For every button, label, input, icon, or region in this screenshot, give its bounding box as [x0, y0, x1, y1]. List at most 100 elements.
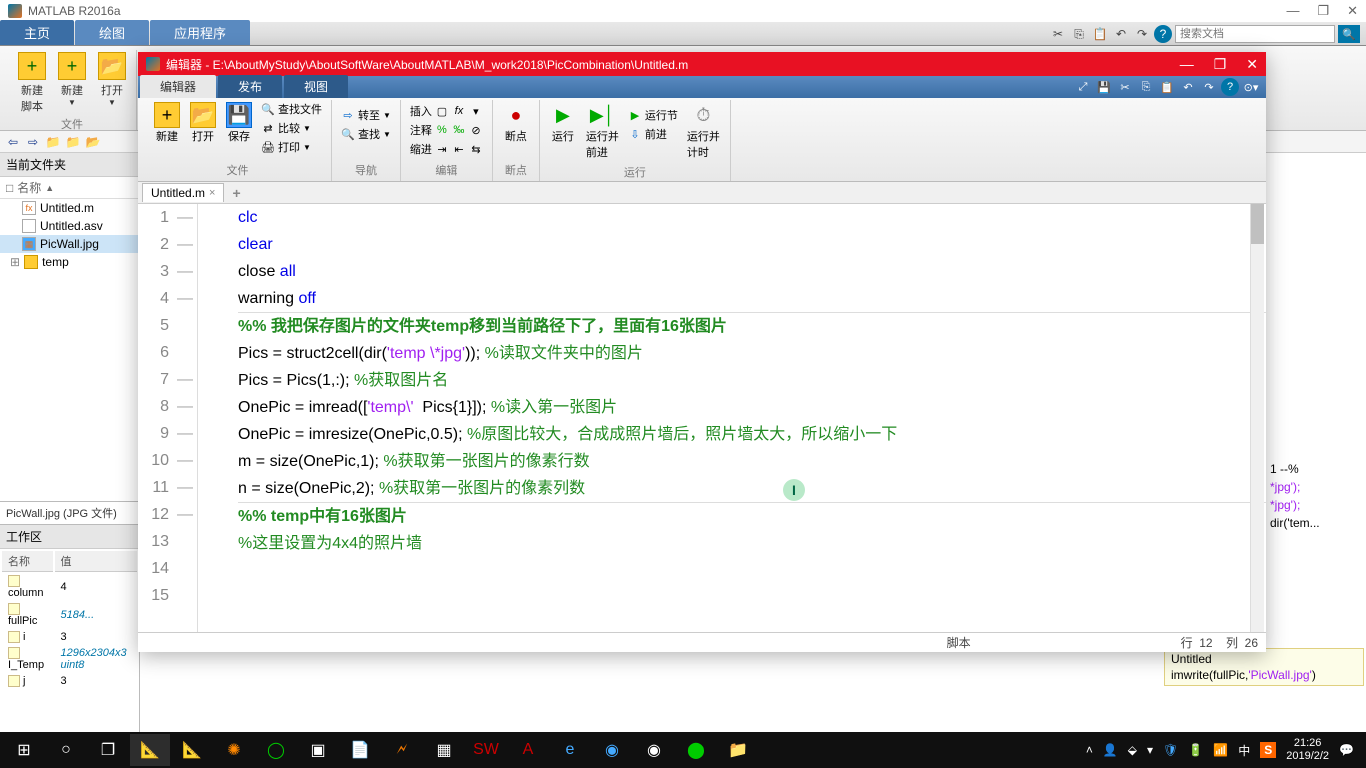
- ws-row[interactable]: column4: [2, 574, 137, 600]
- tray-wifi-icon[interactable]: 📶: [1213, 743, 1228, 757]
- cut-icon[interactable]: ✂: [1049, 25, 1067, 43]
- tray-notifications-icon[interactable]: 💬: [1339, 743, 1354, 757]
- command-history-popup[interactable]: Untitled imwrite(fullPic,'PicWall.jpg'): [1164, 648, 1364, 686]
- taskbar-app-icon[interactable]: ▣: [298, 734, 338, 766]
- redo-icon[interactable]: ↷: [1133, 25, 1151, 43]
- file-item[interactable]: ▦PicWall.jpg: [0, 235, 139, 253]
- editor-minimize-button[interactable]: —: [1180, 56, 1194, 73]
- taskbar-explorer-icon[interactable]: 📁: [718, 734, 758, 766]
- maximize-button[interactable]: ❐: [1317, 3, 1329, 19]
- redo2-icon[interactable]: ↷: [1200, 78, 1218, 96]
- comment-button[interactable]: 注释 %‰⊘: [407, 121, 486, 139]
- etab-editor[interactable]: 编辑器: [140, 75, 216, 98]
- tray-ime-label[interactable]: 中: [1238, 742, 1250, 759]
- close-button[interactable]: ✕: [1347, 3, 1358, 19]
- undo-icon[interactable]: ↶: [1112, 25, 1130, 43]
- editor-save-button[interactable]: 💾保存: [222, 100, 256, 156]
- code-editor[interactable]: 1—2—3—4—567—8—9—10—11—12—131415 clcclear…: [138, 204, 1266, 632]
- etab-publish[interactable]: 发布: [218, 75, 282, 98]
- print-button[interactable]: 🖨打印▼: [258, 138, 325, 156]
- save-all-icon[interactable]: 💾: [1095, 78, 1113, 96]
- file-item[interactable]: ⊞temp: [0, 253, 139, 271]
- tray-clock[interactable]: 21:26 2019/2/2: [1286, 737, 1329, 763]
- tray-icon[interactable]: ⬙: [1128, 743, 1137, 757]
- etab-view[interactable]: 视图: [284, 75, 348, 98]
- tray-people-icon[interactable]: 👤: [1103, 743, 1118, 757]
- taskbar-app-icon[interactable]: ◉: [592, 734, 632, 766]
- run-time-button[interactable]: ⏱运行并 计时: [683, 100, 724, 162]
- editor-close-button[interactable]: ✕: [1246, 56, 1258, 73]
- taskbar-app-icon[interactable]: A: [508, 734, 548, 766]
- copy2-icon[interactable]: ⎘: [1137, 78, 1155, 96]
- file-tab-untitled[interactable]: Untitled.m ×: [142, 183, 224, 202]
- compare-button[interactable]: ⇄比较▼: [258, 119, 325, 137]
- dock-icon[interactable]: ⤢: [1074, 78, 1092, 96]
- taskview-icon[interactable]: ❐: [88, 734, 128, 766]
- actions-icon[interactable]: ⊙▾: [1242, 78, 1260, 96]
- folder-icon[interactable]: 📂: [84, 134, 102, 150]
- run-section-button[interactable]: ▶运行节: [625, 106, 681, 124]
- up-icon[interactable]: 📁: [44, 134, 62, 150]
- search-docs-input[interactable]: [1175, 25, 1335, 43]
- undo2-icon[interactable]: ↶: [1179, 78, 1197, 96]
- taskbar-app-icon[interactable]: ◯: [256, 734, 296, 766]
- new-script-button[interactable]: +新建 脚本: [14, 50, 50, 116]
- back-icon[interactable]: ⇦: [4, 134, 22, 150]
- taskbar-app-icon[interactable]: ✺: [214, 734, 254, 766]
- file-list-header[interactable]: □名称▲: [0, 177, 139, 199]
- advance-button[interactable]: ⇩前进: [625, 125, 681, 143]
- file-item[interactable]: fxUntitled.m: [0, 199, 139, 217]
- tray-battery-icon[interactable]: 🔋: [1188, 743, 1203, 757]
- find-button[interactable]: 🔍查找▼: [338, 125, 394, 143]
- ws-row[interactable]: j3: [2, 674, 137, 688]
- paste-icon[interactable]: 📋: [1091, 25, 1109, 43]
- editor-titlebar[interactable]: 编辑器 - E:\AboutMyStudy\AboutSoftWare\Abou…: [138, 52, 1266, 76]
- help-icon[interactable]: ?: [1154, 25, 1172, 43]
- ws-row[interactable]: fullPic5184...: [2, 602, 137, 628]
- start-button[interactable]: ⊞: [4, 734, 44, 766]
- tray-shield-icon[interactable]: 🛡: [1163, 743, 1178, 757]
- tray-sogou-icon[interactable]: S: [1260, 742, 1276, 758]
- cut2-icon[interactable]: ✂: [1116, 78, 1134, 96]
- add-tab-button[interactable]: +: [224, 183, 248, 203]
- tab-apps[interactable]: 应用程序: [150, 20, 250, 45]
- up2-icon[interactable]: 📁: [64, 134, 82, 150]
- taskbar-app-icon[interactable]: SW: [466, 734, 506, 766]
- taskbar-app-icon[interactable]: 🗲: [382, 734, 422, 766]
- tray-icon[interactable]: ▾: [1147, 743, 1153, 757]
- run-button[interactable]: ▶运行: [546, 100, 580, 162]
- copy-icon[interactable]: ⎘: [1070, 25, 1088, 43]
- taskbar-matlab1-icon[interactable]: 📐: [130, 734, 170, 766]
- help2-icon[interactable]: ?: [1221, 78, 1239, 96]
- run-advance-button[interactable]: ▶│运行并 前进: [582, 100, 623, 162]
- paste2-icon[interactable]: 📋: [1158, 78, 1176, 96]
- taskbar-app-icon[interactable]: ▦: [424, 734, 464, 766]
- taskbar-app-icon[interactable]: 📄: [340, 734, 380, 766]
- search-docs-button[interactable]: 🔍: [1338, 25, 1360, 43]
- tab-home[interactable]: 主页: [0, 20, 74, 45]
- file-item[interactable]: Untitled.asv: [0, 217, 139, 235]
- editor-new-button[interactable]: +新建: [150, 100, 184, 156]
- goto-button[interactable]: ⇨转至▼: [338, 106, 394, 124]
- close-tab-icon[interactable]: ×: [209, 187, 215, 199]
- code-body[interactable]: clcclearclose allwarning off%% 我把保存图片的文件…: [198, 204, 1266, 632]
- taskbar-chrome-icon[interactable]: ◉: [634, 734, 674, 766]
- ws-row[interactable]: i3: [2, 630, 137, 644]
- fwd-icon[interactable]: ⇨: [24, 134, 42, 150]
- editor-open-button[interactable]: 📂打开: [186, 100, 220, 156]
- taskbar-wechat-icon[interactable]: ⬤: [676, 734, 716, 766]
- minimize-button[interactable]: —: [1286, 3, 1299, 19]
- cortana-icon[interactable]: ○: [46, 734, 86, 766]
- insert-button[interactable]: 插入 ▢fx▾: [407, 102, 486, 120]
- breakpoints-button[interactable]: ●断点: [499, 100, 533, 146]
- taskbar-edge-icon[interactable]: e: [550, 734, 590, 766]
- new-button[interactable]: +新建▼: [54, 50, 90, 116]
- find-files-button[interactable]: 🔍查找文件: [258, 100, 325, 118]
- indent-button[interactable]: 缩进 ⇥⇤⇆: [407, 140, 486, 158]
- taskbar-matlab2-icon[interactable]: 📐: [172, 734, 212, 766]
- ws-row[interactable]: I_Temp1296x2304x3 uint8: [2, 646, 137, 672]
- editor-maximize-button[interactable]: ❐: [1214, 56, 1227, 73]
- vertical-scrollbar[interactable]: [1250, 204, 1264, 632]
- tab-plots[interactable]: 绘图: [75, 20, 149, 45]
- tray-up-icon[interactable]: ˄: [1086, 743, 1093, 757]
